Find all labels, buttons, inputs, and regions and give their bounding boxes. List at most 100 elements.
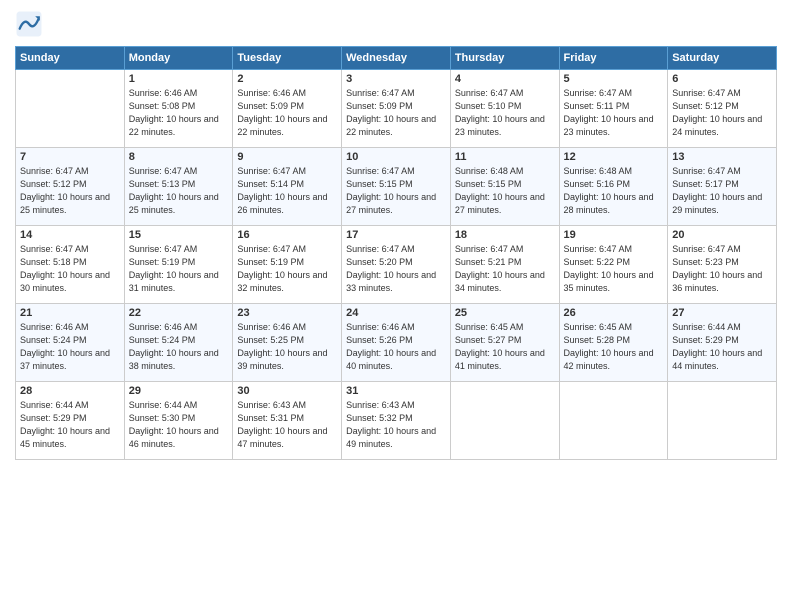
calendar-cell: 4 Sunrise: 6:47 AMSunset: 5:10 PMDayligh…: [450, 70, 559, 148]
day-number: 12: [564, 151, 664, 163]
day-info: Sunrise: 6:44 AMSunset: 5:30 PMDaylight:…: [129, 399, 229, 451]
calendar-cell: 19 Sunrise: 6:47 AMSunset: 5:22 PMDaylig…: [559, 226, 668, 304]
day-info: Sunrise: 6:47 AMSunset: 5:19 PMDaylight:…: [237, 243, 337, 295]
day-number: 7: [20, 151, 120, 163]
day-number: 30: [237, 385, 337, 397]
day-number: 22: [129, 307, 229, 319]
calendar-cell: [668, 382, 777, 460]
day-number: 14: [20, 229, 120, 241]
weekday-header-saturday: Saturday: [668, 47, 777, 70]
weekday-header-sunday: Sunday: [16, 47, 125, 70]
calendar-cell: 24 Sunrise: 6:46 AMSunset: 5:26 PMDaylig…: [342, 304, 451, 382]
day-number: 17: [346, 229, 446, 241]
calendar-cell: 15 Sunrise: 6:47 AMSunset: 5:19 PMDaylig…: [124, 226, 233, 304]
calendar-cell: 26 Sunrise: 6:45 AMSunset: 5:28 PMDaylig…: [559, 304, 668, 382]
weekday-header-tuesday: Tuesday: [233, 47, 342, 70]
day-info: Sunrise: 6:47 AMSunset: 5:20 PMDaylight:…: [346, 243, 446, 295]
calendar-cell: 12 Sunrise: 6:48 AMSunset: 5:16 PMDaylig…: [559, 148, 668, 226]
calendar-cell: 29 Sunrise: 6:44 AMSunset: 5:30 PMDaylig…: [124, 382, 233, 460]
day-info: Sunrise: 6:47 AMSunset: 5:17 PMDaylight:…: [672, 165, 772, 217]
day-info: Sunrise: 6:47 AMSunset: 5:23 PMDaylight:…: [672, 243, 772, 295]
calendar-cell: 27 Sunrise: 6:44 AMSunset: 5:29 PMDaylig…: [668, 304, 777, 382]
week-row-1: 1 Sunrise: 6:46 AMSunset: 5:08 PMDayligh…: [16, 70, 777, 148]
day-info: Sunrise: 6:46 AMSunset: 5:24 PMDaylight:…: [129, 321, 229, 373]
day-number: 25: [455, 307, 555, 319]
day-number: 15: [129, 229, 229, 241]
calendar-cell: 3 Sunrise: 6:47 AMSunset: 5:09 PMDayligh…: [342, 70, 451, 148]
day-number: 8: [129, 151, 229, 163]
day-number: 24: [346, 307, 446, 319]
calendar-table: SundayMondayTuesdayWednesdayThursdayFrid…: [15, 46, 777, 460]
calendar-cell: 17 Sunrise: 6:47 AMSunset: 5:20 PMDaylig…: [342, 226, 451, 304]
calendar-cell: 25 Sunrise: 6:45 AMSunset: 5:27 PMDaylig…: [450, 304, 559, 382]
day-number: 29: [129, 385, 229, 397]
day-info: Sunrise: 6:44 AMSunset: 5:29 PMDaylight:…: [672, 321, 772, 373]
day-info: Sunrise: 6:47 AMSunset: 5:21 PMDaylight:…: [455, 243, 555, 295]
day-info: Sunrise: 6:48 AMSunset: 5:15 PMDaylight:…: [455, 165, 555, 217]
day-info: Sunrise: 6:47 AMSunset: 5:12 PMDaylight:…: [672, 87, 772, 139]
calendar-cell: 14 Sunrise: 6:47 AMSunset: 5:18 PMDaylig…: [16, 226, 125, 304]
day-info: Sunrise: 6:46 AMSunset: 5:24 PMDaylight:…: [20, 321, 120, 373]
day-number: 13: [672, 151, 772, 163]
header: [15, 10, 777, 38]
calendar-cell: 16 Sunrise: 6:47 AMSunset: 5:19 PMDaylig…: [233, 226, 342, 304]
day-number: 16: [237, 229, 337, 241]
day-number: 9: [237, 151, 337, 163]
day-number: 21: [20, 307, 120, 319]
calendar-cell: 11 Sunrise: 6:48 AMSunset: 5:15 PMDaylig…: [450, 148, 559, 226]
calendar-cell: 5 Sunrise: 6:47 AMSunset: 5:11 PMDayligh…: [559, 70, 668, 148]
day-info: Sunrise: 6:45 AMSunset: 5:27 PMDaylight:…: [455, 321, 555, 373]
weekday-header-row: SundayMondayTuesdayWednesdayThursdayFrid…: [16, 47, 777, 70]
week-row-4: 21 Sunrise: 6:46 AMSunset: 5:24 PMDaylig…: [16, 304, 777, 382]
day-number: 6: [672, 73, 772, 85]
calendar-cell: 7 Sunrise: 6:47 AMSunset: 5:12 PMDayligh…: [16, 148, 125, 226]
day-number: 26: [564, 307, 664, 319]
weekday-header-wednesday: Wednesday: [342, 47, 451, 70]
calendar-cell: 21 Sunrise: 6:46 AMSunset: 5:24 PMDaylig…: [16, 304, 125, 382]
day-info: Sunrise: 6:47 AMSunset: 5:22 PMDaylight:…: [564, 243, 664, 295]
day-info: Sunrise: 6:46 AMSunset: 5:26 PMDaylight:…: [346, 321, 446, 373]
day-number: 19: [564, 229, 664, 241]
calendar-cell: [450, 382, 559, 460]
day-number: 4: [455, 73, 555, 85]
day-number: 3: [346, 73, 446, 85]
day-info: Sunrise: 6:47 AMSunset: 5:19 PMDaylight:…: [129, 243, 229, 295]
calendar-cell: [16, 70, 125, 148]
week-row-2: 7 Sunrise: 6:47 AMSunset: 5:12 PMDayligh…: [16, 148, 777, 226]
day-number: 18: [455, 229, 555, 241]
day-info: Sunrise: 6:46 AMSunset: 5:09 PMDaylight:…: [237, 87, 337, 139]
day-info: Sunrise: 6:43 AMSunset: 5:31 PMDaylight:…: [237, 399, 337, 451]
day-info: Sunrise: 6:46 AMSunset: 5:08 PMDaylight:…: [129, 87, 229, 139]
weekday-header-monday: Monday: [124, 47, 233, 70]
calendar-cell: 2 Sunrise: 6:46 AMSunset: 5:09 PMDayligh…: [233, 70, 342, 148]
day-info: Sunrise: 6:47 AMSunset: 5:12 PMDaylight:…: [20, 165, 120, 217]
calendar-cell: 18 Sunrise: 6:47 AMSunset: 5:21 PMDaylig…: [450, 226, 559, 304]
logo-icon: [15, 10, 43, 38]
calendar-cell: 1 Sunrise: 6:46 AMSunset: 5:08 PMDayligh…: [124, 70, 233, 148]
day-info: Sunrise: 6:47 AMSunset: 5:14 PMDaylight:…: [237, 165, 337, 217]
day-number: 11: [455, 151, 555, 163]
page: SundayMondayTuesdayWednesdayThursdayFrid…: [0, 0, 792, 612]
day-info: Sunrise: 6:47 AMSunset: 5:09 PMDaylight:…: [346, 87, 446, 139]
calendar-cell: 10 Sunrise: 6:47 AMSunset: 5:15 PMDaylig…: [342, 148, 451, 226]
day-number: 27: [672, 307, 772, 319]
day-info: Sunrise: 6:47 AMSunset: 5:10 PMDaylight:…: [455, 87, 555, 139]
calendar-cell: 9 Sunrise: 6:47 AMSunset: 5:14 PMDayligh…: [233, 148, 342, 226]
day-number: 1: [129, 73, 229, 85]
day-number: 5: [564, 73, 664, 85]
calendar-cell: 13 Sunrise: 6:47 AMSunset: 5:17 PMDaylig…: [668, 148, 777, 226]
day-info: Sunrise: 6:47 AMSunset: 5:15 PMDaylight:…: [346, 165, 446, 217]
calendar-cell: 8 Sunrise: 6:47 AMSunset: 5:13 PMDayligh…: [124, 148, 233, 226]
day-number: 20: [672, 229, 772, 241]
day-info: Sunrise: 6:43 AMSunset: 5:32 PMDaylight:…: [346, 399, 446, 451]
week-row-3: 14 Sunrise: 6:47 AMSunset: 5:18 PMDaylig…: [16, 226, 777, 304]
day-number: 10: [346, 151, 446, 163]
calendar-cell: 20 Sunrise: 6:47 AMSunset: 5:23 PMDaylig…: [668, 226, 777, 304]
calendar-cell: 6 Sunrise: 6:47 AMSunset: 5:12 PMDayligh…: [668, 70, 777, 148]
day-number: 2: [237, 73, 337, 85]
day-info: Sunrise: 6:47 AMSunset: 5:18 PMDaylight:…: [20, 243, 120, 295]
day-info: Sunrise: 6:47 AMSunset: 5:13 PMDaylight:…: [129, 165, 229, 217]
weekday-header-thursday: Thursday: [450, 47, 559, 70]
day-info: Sunrise: 6:44 AMSunset: 5:29 PMDaylight:…: [20, 399, 120, 451]
calendar-cell: 31 Sunrise: 6:43 AMSunset: 5:32 PMDaylig…: [342, 382, 451, 460]
